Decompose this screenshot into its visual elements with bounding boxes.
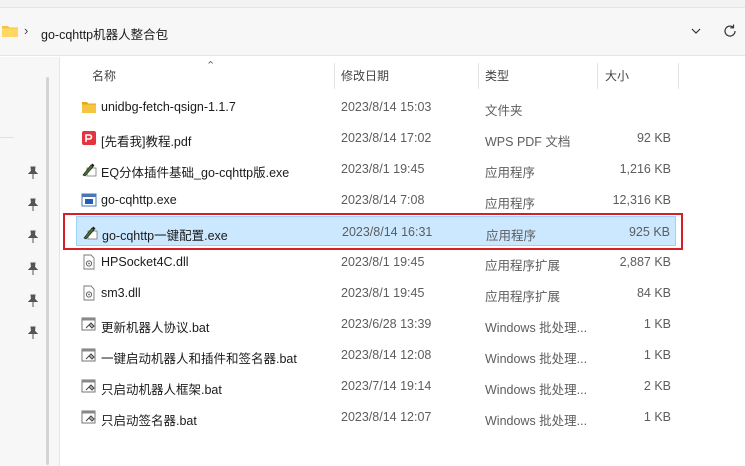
pin-icon[interactable]: [27, 166, 39, 180]
column-header-type[interactable]: 类型: [485, 67, 509, 84]
file-size: 1 KB: [643, 317, 671, 331]
file-row[interactable]: 只启动机器人框架.bat 2023/7/14 19:14 Windows 批处理…: [76, 371, 676, 401]
exe-window-icon: [81, 193, 97, 207]
file-row[interactable]: 更新机器人协议.bat 2023/6/28 13:39 Windows 批处理.…: [76, 309, 676, 339]
file-name: HPSocket4C.dll: [101, 255, 189, 269]
window-top-strip: [0, 0, 745, 8]
bat-icon: [81, 317, 96, 331]
column-header-row: [61, 57, 745, 89]
file-type: 文件夹: [485, 104, 523, 118]
file-size: 2,887 KB: [619, 255, 671, 269]
file-size: 84 KB: [636, 286, 671, 300]
file-row[interactable]: [先看我]教程.pdf 2023/8/14 17:02 WPS PDF 文档 9…: [76, 123, 676, 153]
file-date: 2023/8/14 7:08: [341, 193, 425, 207]
folder-icon: [82, 102, 96, 113]
sort-ascending-icon: ⌃: [206, 60, 216, 72]
file-name: sm3.dll: [101, 286, 141, 300]
file-date: 2023/8/1 19:45: [341, 255, 425, 269]
file-name: 只启动签名器.bat: [101, 414, 197, 428]
file-name: unidbg-fetch-qsign-1.1.7: [101, 100, 236, 114]
file-date: 2023/8/14 12:07: [341, 410, 432, 424]
dll-icon: [83, 254, 95, 270]
file-size: 2 KB: [643, 379, 671, 393]
column-header-name[interactable]: 名称: [92, 67, 116, 84]
file-name: 一键启动机器人和插件和签名器.bat: [101, 352, 297, 366]
file-type: Windows 批处理...: [485, 414, 588, 428]
file-date: 2023/7/14 19:14: [341, 379, 432, 393]
dll-icon: [83, 285, 95, 301]
file-date: 2023/6/28 13:39: [341, 317, 432, 331]
nav-scrollbar[interactable]: [46, 77, 49, 465]
breadcrumb-current-folder[interactable]: go-cqhttp机器人整合包: [41, 24, 168, 43]
file-type: WPS PDF 文档: [485, 135, 571, 149]
file-size: 12,316 KB: [612, 193, 671, 207]
refresh-icon[interactable]: [722, 23, 738, 39]
column-divider[interactable]: [678, 63, 679, 89]
highlight-annotation-box: [63, 213, 683, 250]
file-date: 2023/8/1 19:45: [341, 286, 425, 300]
file-size: 1 KB: [643, 348, 671, 362]
file-row[interactable]: go-cqhttp.exe 2023/8/14 7:08 应用程序 12,316…: [76, 185, 676, 215]
folder-icon: [2, 26, 18, 37]
bat-icon: [81, 410, 96, 424]
pdf-icon: [82, 131, 96, 145]
file-type: 应用程序: [485, 166, 536, 180]
pin-icon[interactable]: [27, 294, 39, 308]
pin-icon[interactable]: [27, 262, 39, 276]
file-name: [先看我]教程.pdf: [101, 135, 192, 149]
file-name: EQ分体插件基础_go-cqhttp版.exe: [101, 166, 290, 180]
file-date: 2023/8/14 17:02: [341, 131, 432, 145]
file-row[interactable]: HPSocket4C.dll 2023/8/1 19:45 应用程序扩展 2,8…: [76, 247, 676, 277]
file-row[interactable]: sm3.dll 2023/8/1 19:45 应用程序扩展 84 KB: [76, 278, 676, 308]
address-bar[interactable]: › go-cqhttp机器人整合包: [0, 8, 745, 56]
file-size: 92 KB: [636, 131, 671, 145]
column-divider[interactable]: [597, 63, 598, 89]
file-size: 1,216 KB: [619, 162, 671, 176]
chevron-down-icon[interactable]: [690, 25, 702, 37]
file-name: go-cqhttp.exe: [101, 193, 177, 207]
file-name: 只启动机器人框架.bat: [101, 383, 222, 397]
bat-icon: [81, 379, 96, 393]
file-row[interactable]: EQ分体插件基础_go-cqhttp版.exe 2023/8/1 19:45 应…: [76, 154, 676, 184]
pin-icon[interactable]: [27, 198, 39, 212]
file-type: 应用程序: [485, 197, 536, 211]
file-type: 应用程序扩展: [485, 290, 561, 304]
column-header-date[interactable]: 修改日期: [341, 67, 389, 84]
file-type: 应用程序扩展: [485, 259, 561, 273]
bat-icon: [81, 348, 96, 362]
file-row[interactable]: unidbg-fetch-qsign-1.1.7 2023/8/14 15:03…: [76, 92, 676, 122]
column-divider[interactable]: [478, 63, 479, 89]
column-divider[interactable]: [334, 63, 335, 89]
file-name: 更新机器人协议.bat: [101, 321, 210, 335]
file-date: 2023/8/14 15:03: [341, 100, 432, 114]
breadcrumb-separator: ›: [24, 23, 29, 38]
nav-divider: [0, 137, 14, 138]
file-type: Windows 批处理...: [485, 383, 588, 397]
file-date: 2023/8/14 12:08: [341, 348, 432, 362]
file-row[interactable]: 只启动签名器.bat 2023/8/14 12:07 Windows 批处理..…: [76, 402, 676, 432]
file-type: Windows 批处理...: [485, 321, 588, 335]
file-row[interactable]: 一键启动机器人和插件和签名器.bat 2023/8/14 12:08 Windo…: [76, 340, 676, 370]
column-header-size[interactable]: 大小: [605, 67, 629, 84]
pin-icon[interactable]: [27, 326, 39, 340]
pin-icon[interactable]: [27, 230, 39, 244]
file-date: 2023/8/1 19:45: [341, 162, 425, 176]
file-size: 1 KB: [643, 410, 671, 424]
exe-pen-icon: [82, 163, 97, 177]
file-type: Windows 批处理...: [485, 352, 588, 366]
